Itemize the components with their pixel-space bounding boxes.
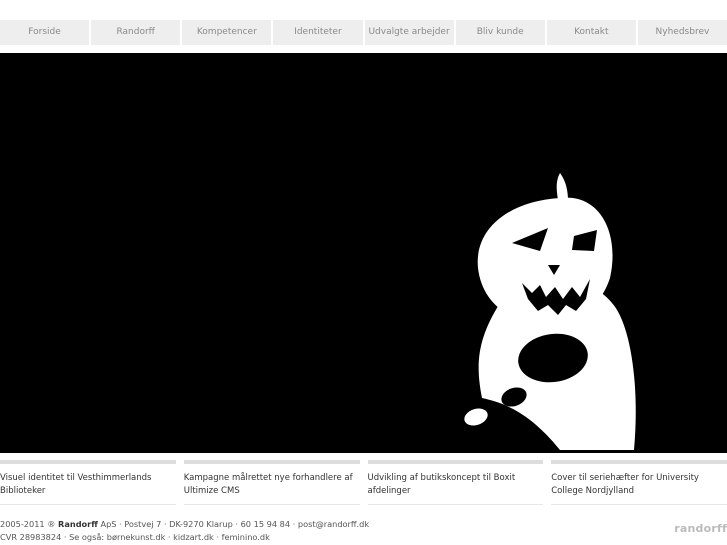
nav-item-kompetencer[interactable]: Kompetencer: [182, 20, 272, 45]
link-kidzart[interactable]: kidzart.dk: [173, 532, 214, 542]
copyright-text: 2005-2011 ®: [0, 519, 59, 529]
nav-item-identiteter[interactable]: Identiteter: [273, 20, 363, 45]
project-card-vesthimmerlands[interactable]: Visuel identitet til Vesthimmerlands Bib…: [0, 460, 176, 510]
randorff-logo[interactable]: randorff: [674, 522, 727, 535]
nav-item-forside[interactable]: Forside: [0, 20, 90, 45]
pumpkin-ghost-illustration: [464, 173, 636, 450]
project-title[interactable]: Visuel identitet til Vesthimmerlands Bib…: [0, 464, 176, 498]
nav-item-randorff[interactable]: Randorff: [91, 20, 181, 45]
footer-cvr-line: CVR 28983824 · Se også: børnekunst.dk · …: [0, 531, 727, 544]
project-title[interactable]: Kampagne målrettet nye forhandlere af Ul…: [184, 464, 360, 498]
project-card-boxit[interactable]: Udvikling af butikskoncept til Boxit afd…: [367, 460, 544, 510]
link-bornekunst[interactable]: børnekunst.dk: [107, 532, 166, 542]
pumpkin-stem: [556, 173, 568, 201]
ghost-hand-blob: [464, 408, 488, 426]
site-footer: 2005-2011 ® Randorff ApS · Postvej 7 · D…: [0, 518, 727, 545]
project-card-ucn[interactable]: Cover til seriehæfter for University Col…: [551, 460, 727, 510]
nav-item-nyhedsbrev[interactable]: Nyhedsbrev: [637, 20, 727, 45]
nav-item-kontakt[interactable]: Kontakt: [546, 20, 636, 45]
footer-address-line: 2005-2011 ® Randorff ApS · Postvej 7 · D…: [0, 518, 727, 531]
project-title[interactable]: Cover til seriehæfter for University Col…: [551, 464, 727, 498]
project-title[interactable]: Udvikling af butikskoncept til Boxit afd…: [368, 464, 544, 498]
cvr-text: CVR 28983824 · Se også:: [0, 532, 107, 542]
nav-item-udvalgte-arbejder[interactable]: Udvalgte arbejder: [364, 20, 454, 45]
footer-brand: Randorff: [58, 519, 98, 529]
separator: ·: [213, 532, 222, 542]
project-card-ultimize[interactable]: Kampagne målrettet nye forhandlere af Ul…: [183, 460, 360, 510]
featured-projects: Visuel identitet til Vesthimmerlands Bib…: [0, 460, 727, 510]
main-navigation: Forside Randorff Kompetencer Identiteter…: [0, 20, 727, 45]
hero-banner: [0, 53, 727, 453]
separator: ·: [165, 532, 174, 542]
nav-item-bliv-kunde[interactable]: Bliv kunde: [455, 20, 545, 45]
link-feminino[interactable]: feminino.dk: [222, 532, 270, 542]
address-text: ApS · Postvej 7 · DK-9270 Klarup · 60 15…: [97, 519, 370, 529]
